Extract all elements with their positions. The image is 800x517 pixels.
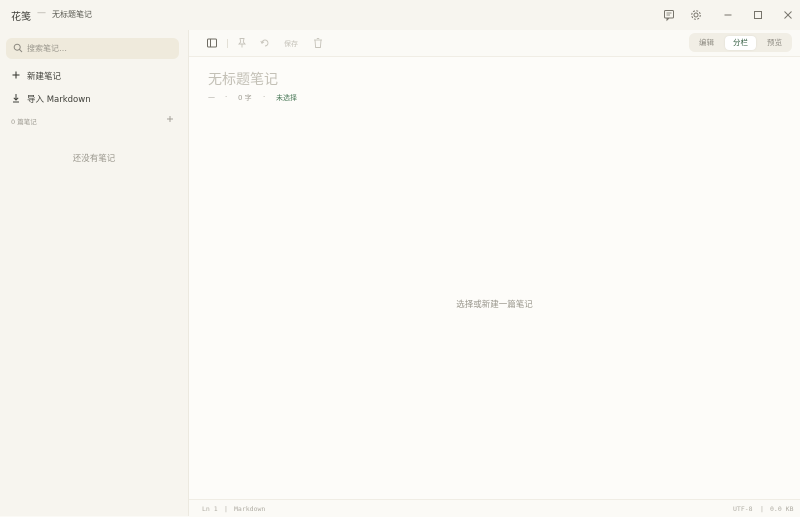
main-area: 保存 编辑 分栏 预览 无标题笔记 — · 0 字 · 未选择 选择或新建一篇笔… bbox=[189, 30, 800, 517]
folder-selector[interactable]: 未选择 bbox=[276, 93, 297, 103]
note-date: — bbox=[208, 93, 215, 101]
add-folder-plus-icon[interactable] bbox=[165, 114, 175, 124]
minimize-icon[interactable] bbox=[721, 8, 735, 22]
app-name: 花笺 bbox=[11, 12, 31, 23]
status-bar: Ln 1 | Markdown UTF-8 | 0.0 KB bbox=[189, 499, 800, 517]
toggle-sidebar-icon[interactable] bbox=[206, 37, 218, 49]
new-note-label: 新建笔记 bbox=[27, 72, 62, 82]
maximize-icon[interactable] bbox=[751, 8, 765, 22]
view-mode-preview[interactable]: 预览 bbox=[759, 36, 790, 50]
status-divider: | bbox=[760, 505, 764, 513]
editor-empty-message: 选择或新建一篇笔记 bbox=[456, 300, 533, 310]
plus-icon bbox=[11, 70, 21, 80]
settings-gear-icon[interactable] bbox=[689, 8, 703, 22]
pin-icon[interactable] bbox=[236, 37, 248, 49]
search-icon bbox=[13, 43, 23, 53]
file-encoding: UTF-8 bbox=[733, 505, 753, 513]
title-bar: 花笺 — 无标题笔记 bbox=[0, 0, 800, 31]
feedback-icon[interactable] bbox=[662, 8, 676, 22]
window-document-title: 无标题笔记 bbox=[52, 10, 92, 19]
view-mode-toggle: 编辑 分栏 预览 bbox=[689, 33, 792, 52]
title-separator: — bbox=[37, 8, 46, 18]
import-markdown-label: 导入 Markdown bbox=[27, 95, 91, 105]
toolbar-divider bbox=[227, 39, 228, 48]
word-count: 0 字 bbox=[238, 94, 252, 102]
search-input[interactable]: 搜索笔记… bbox=[6, 38, 179, 59]
cursor-position: Ln 1 bbox=[202, 505, 218, 513]
note-count: 0 篇笔记 bbox=[11, 118, 37, 126]
new-note-button[interactable]: 新建笔记 bbox=[11, 69, 181, 83]
view-mode-split[interactable]: 分栏 bbox=[725, 36, 756, 50]
editor-toolbar: 保存 编辑 分栏 预览 bbox=[189, 30, 800, 57]
save-button[interactable]: 保存 bbox=[284, 39, 298, 49]
status-divider: | bbox=[224, 505, 228, 513]
view-mode-edit[interactable]: 编辑 bbox=[691, 36, 722, 50]
meta-separator: · bbox=[263, 93, 266, 101]
file-size: 0.0 KB bbox=[770, 505, 794, 513]
trash-icon[interactable] bbox=[312, 37, 324, 49]
meta-separator: · bbox=[225, 93, 228, 101]
search-placeholder: 搜索笔记… bbox=[27, 44, 67, 53]
import-icon bbox=[11, 93, 21, 103]
sidebar: 搜索笔记… 新建笔记 导入 Markdown 0 篇笔记 还没有笔记 bbox=[0, 30, 189, 516]
note-title-input[interactable]: 无标题笔记 bbox=[208, 69, 278, 89]
document-language: Markdown bbox=[234, 505, 266, 513]
sidebar-empty-message: 还没有笔记 bbox=[72, 154, 116, 164]
close-icon[interactable] bbox=[781, 8, 795, 22]
undo-icon[interactable] bbox=[259, 37, 271, 49]
import-markdown-button[interactable]: 导入 Markdown bbox=[11, 92, 181, 106]
